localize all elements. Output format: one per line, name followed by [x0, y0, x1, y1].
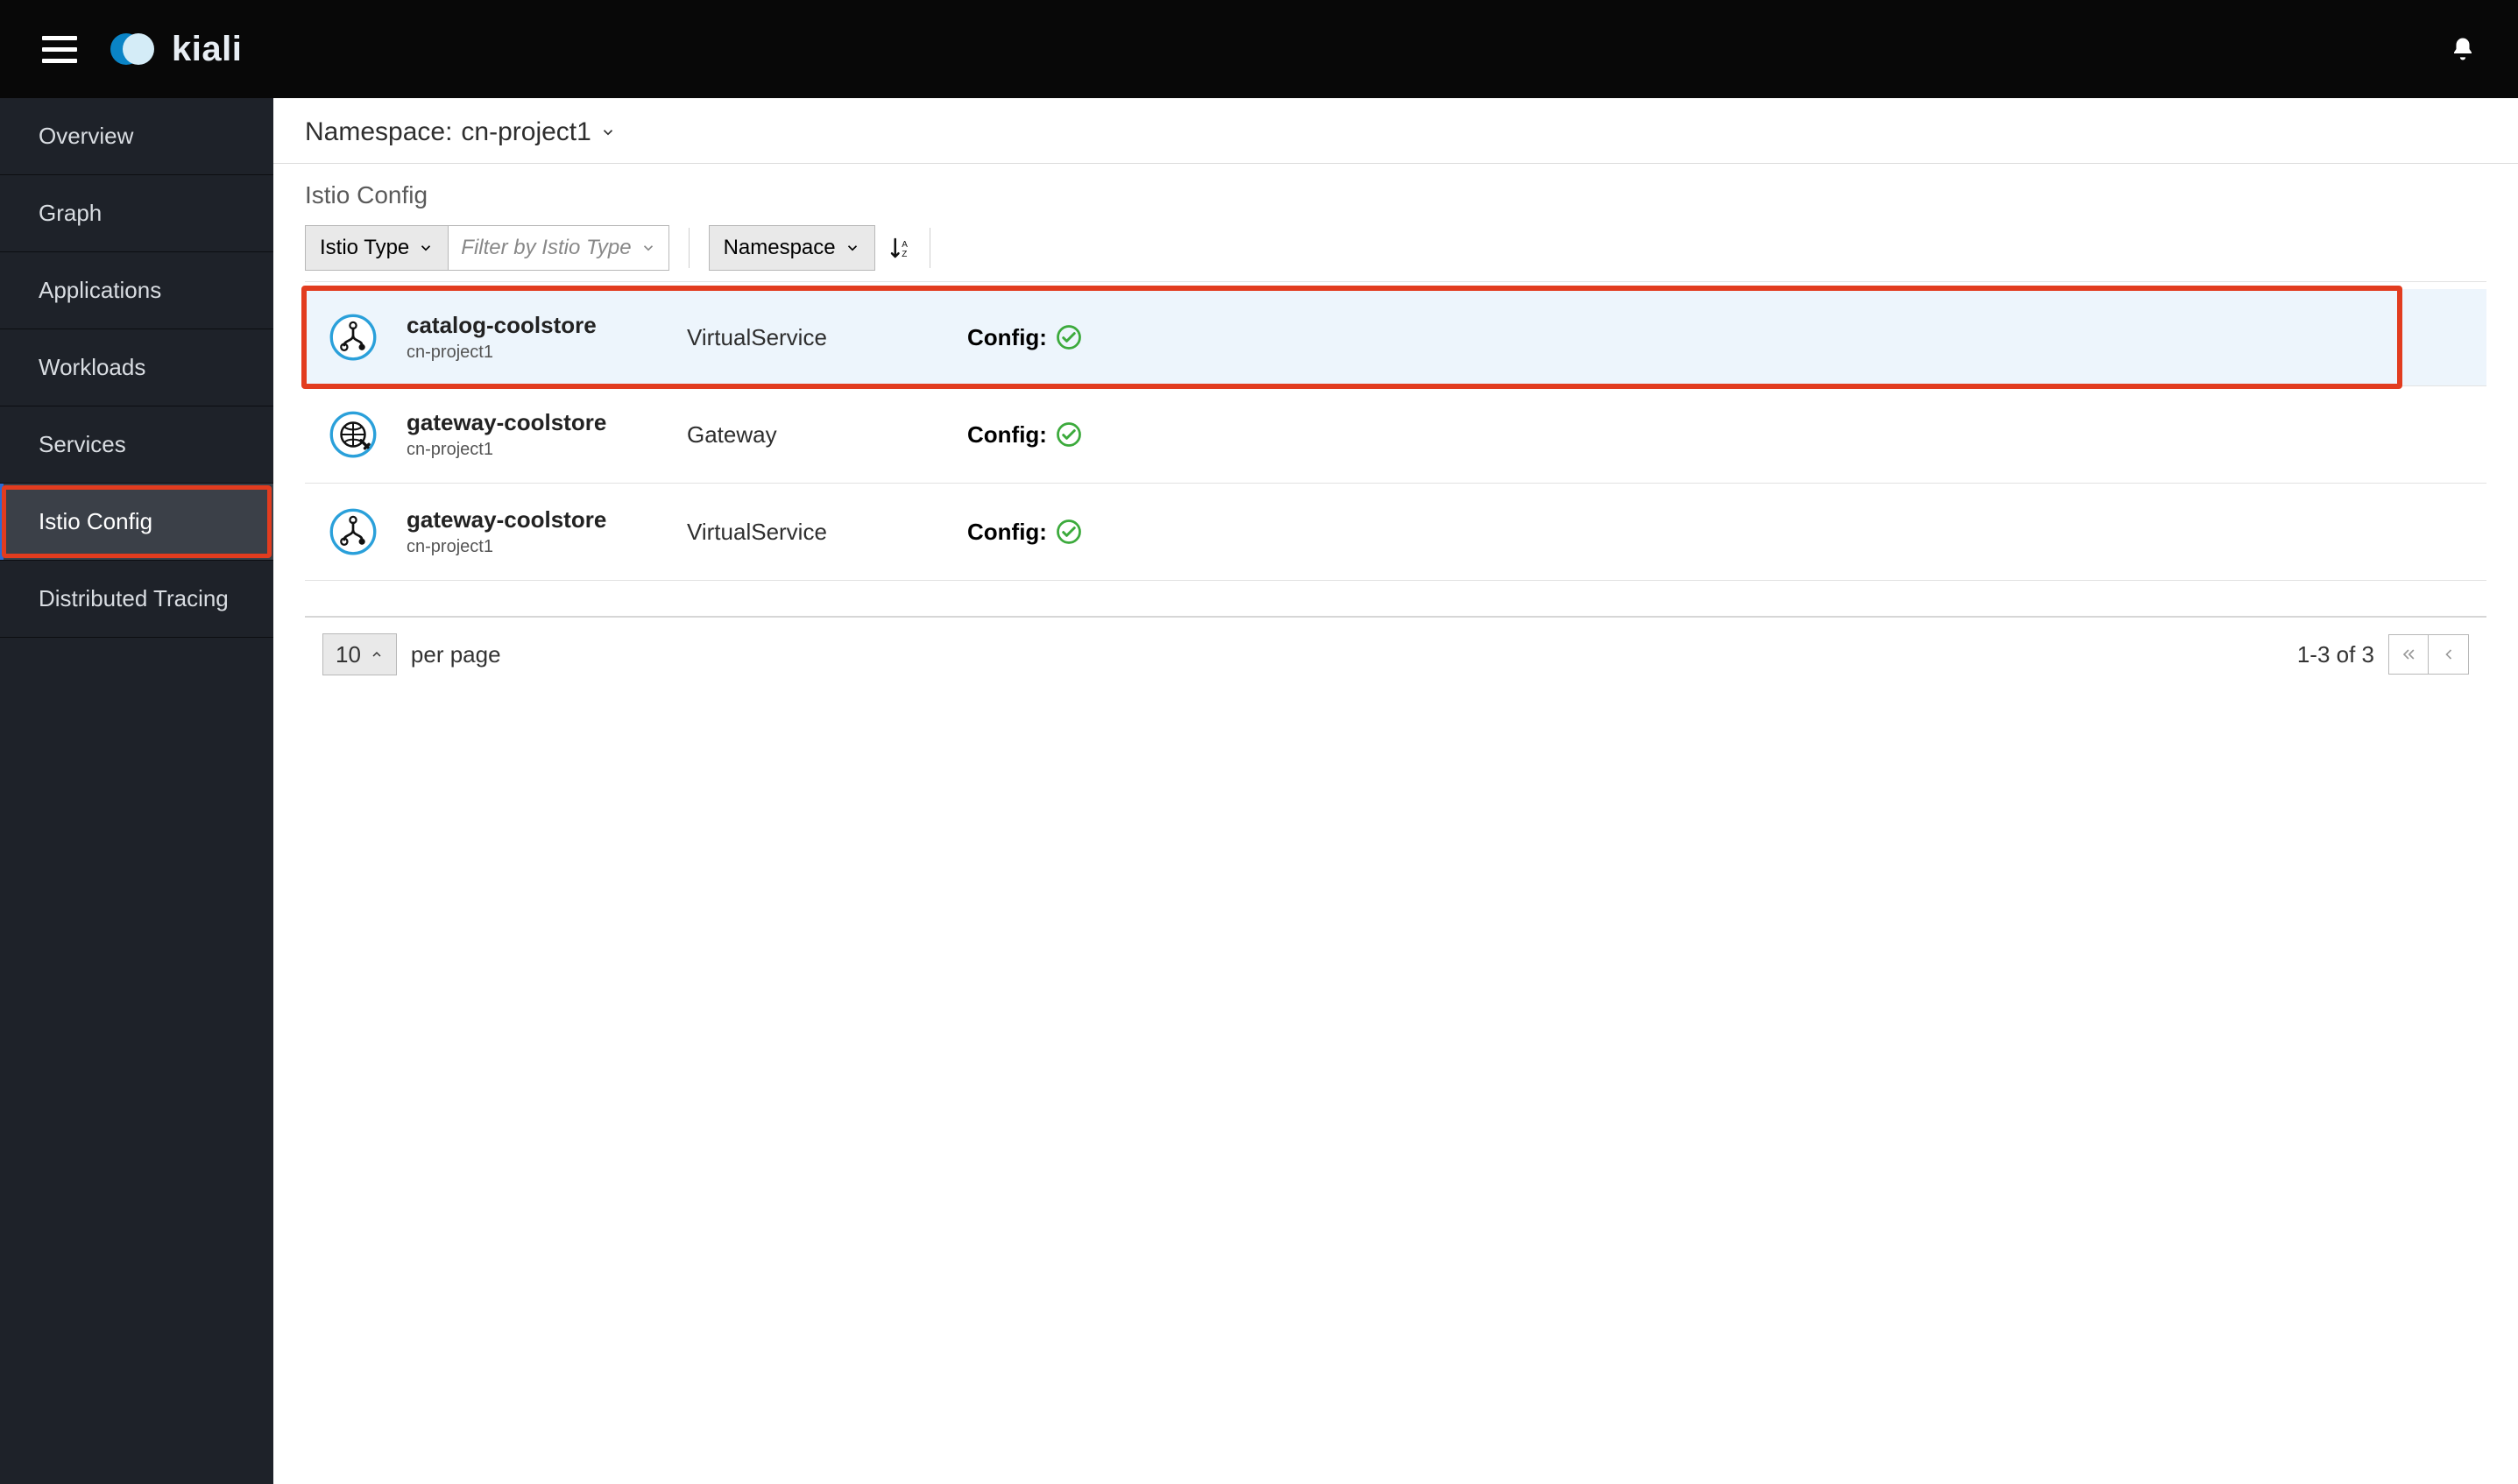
filter-type-label: Istio Type: [320, 236, 409, 260]
config-name: gateway-coolstore: [407, 506, 687, 534]
filter-placeholder: Filter by Istio Type: [461, 236, 631, 260]
virtualservice-icon: [329, 508, 377, 555]
pagination-bar: 10 per page 1-3 of 3: [305, 616, 2486, 691]
list-item[interactable]: catalog-coolstore cn-project1 VirtualSer…: [305, 289, 2486, 386]
config-status-label: Config:: [967, 324, 1047, 351]
notifications-bell-icon[interactable]: [2450, 36, 2476, 62]
namespace-label-prefix: Namespace:: [305, 117, 452, 147]
page-title: Istio Config: [305, 181, 2486, 209]
sidebar-item-label: Istio Config: [39, 508, 152, 535]
sidebar-item-overview[interactable]: Overview: [0, 98, 273, 175]
check-circle-icon: [1056, 324, 1082, 350]
hamburger-menu-button[interactable]: [42, 32, 77, 67]
sidebar-nav: Overview Graph Applications Workloads Se…: [0, 98, 273, 1484]
config-name: gateway-coolstore: [407, 409, 687, 436]
config-status: Config:: [967, 324, 1082, 351]
list-item[interactable]: gateway-coolstore cn-project1 VirtualSer…: [305, 484, 2486, 581]
config-namespace: cn-project1: [407, 440, 687, 460]
kiali-logo-icon: [109, 30, 159, 68]
sidebar-item-label: Applications: [39, 277, 161, 304]
filter-type-select[interactable]: Istio Type: [305, 225, 449, 271]
config-type: Gateway: [687, 421, 967, 449]
config-status-label: Config:: [967, 519, 1047, 546]
sidebar-item-distributed-tracing[interactable]: Distributed Tracing: [0, 561, 273, 638]
divider: [305, 281, 2486, 282]
chevron-down-icon: [845, 240, 860, 256]
pagination-range: 1-3 of 3: [2297, 641, 2374, 668]
per-page-value: 10: [336, 641, 361, 668]
check-circle-icon: [1056, 421, 1082, 448]
config-type: VirtualService: [687, 324, 967, 351]
main-content: Namespace: cn-project1 Istio Config Isti…: [273, 98, 2518, 1484]
per-page-select[interactable]: 10: [322, 633, 397, 675]
first-page-button[interactable]: [2388, 634, 2429, 675]
sort-by-select[interactable]: Namespace: [709, 225, 875, 271]
namespace-value: cn-project1: [461, 117, 591, 147]
check-circle-icon: [1056, 519, 1082, 545]
sidebar-item-istio-config[interactable]: Istio Config: [0, 484, 273, 561]
filter-toolbar: Istio Type Filter by Istio Type Namespac…: [305, 225, 2486, 271]
sidebar-item-services[interactable]: Services: [0, 406, 273, 484]
sidebar-item-applications[interactable]: Applications: [0, 252, 273, 329]
double-chevron-left-icon: [2400, 646, 2417, 663]
per-page-suffix: per page: [411, 641, 501, 668]
toolbar-divider: [689, 228, 690, 268]
config-namespace: cn-project1: [407, 343, 687, 363]
namespace-selector[interactable]: Namespace: cn-project1: [273, 98, 2518, 164]
config-namespace: cn-project1: [407, 537, 687, 557]
config-status: Config:: [967, 421, 1082, 449]
sort-by-label: Namespace: [724, 236, 836, 260]
config-name: catalog-coolstore: [407, 312, 687, 339]
sort-direction-button[interactable]: [888, 235, 914, 261]
sidebar-item-workloads[interactable]: Workloads: [0, 329, 273, 406]
brand-logo[interactable]: kiali: [109, 30, 242, 69]
config-type: VirtualService: [687, 519, 967, 546]
gateway-icon: [329, 411, 377, 458]
prev-page-button[interactable]: [2429, 634, 2469, 675]
top-bar: kiali: [0, 0, 2518, 98]
sidebar-item-label: Distributed Tracing: [39, 585, 229, 612]
virtualservice-icon: [329, 314, 377, 361]
list-item[interactable]: gateway-coolstore cn-project1 Gateway Co…: [305, 386, 2486, 484]
sidebar-item-label: Workloads: [39, 354, 145, 381]
sidebar-item-label: Services: [39, 431, 126, 458]
pagination-buttons: [2388, 634, 2469, 675]
chevron-down-icon: [600, 124, 616, 140]
sidebar-item-label: Graph: [39, 200, 102, 227]
chevron-left-icon: [2440, 646, 2458, 663]
filter-value-input[interactable]: Filter by Istio Type: [449, 225, 668, 271]
chevron-down-icon: [640, 240, 656, 256]
istio-config-list: catalog-coolstore cn-project1 VirtualSer…: [273, 289, 2518, 581]
sort-az-icon: [888, 235, 914, 261]
chevron-down-icon: [418, 240, 434, 256]
sidebar-item-label: Overview: [39, 123, 133, 150]
sidebar-item-graph[interactable]: Graph: [0, 175, 273, 252]
config-status-label: Config:: [967, 421, 1047, 449]
chevron-up-icon: [370, 647, 384, 661]
brand-name: kiali: [172, 30, 242, 69]
config-status: Config:: [967, 519, 1082, 546]
